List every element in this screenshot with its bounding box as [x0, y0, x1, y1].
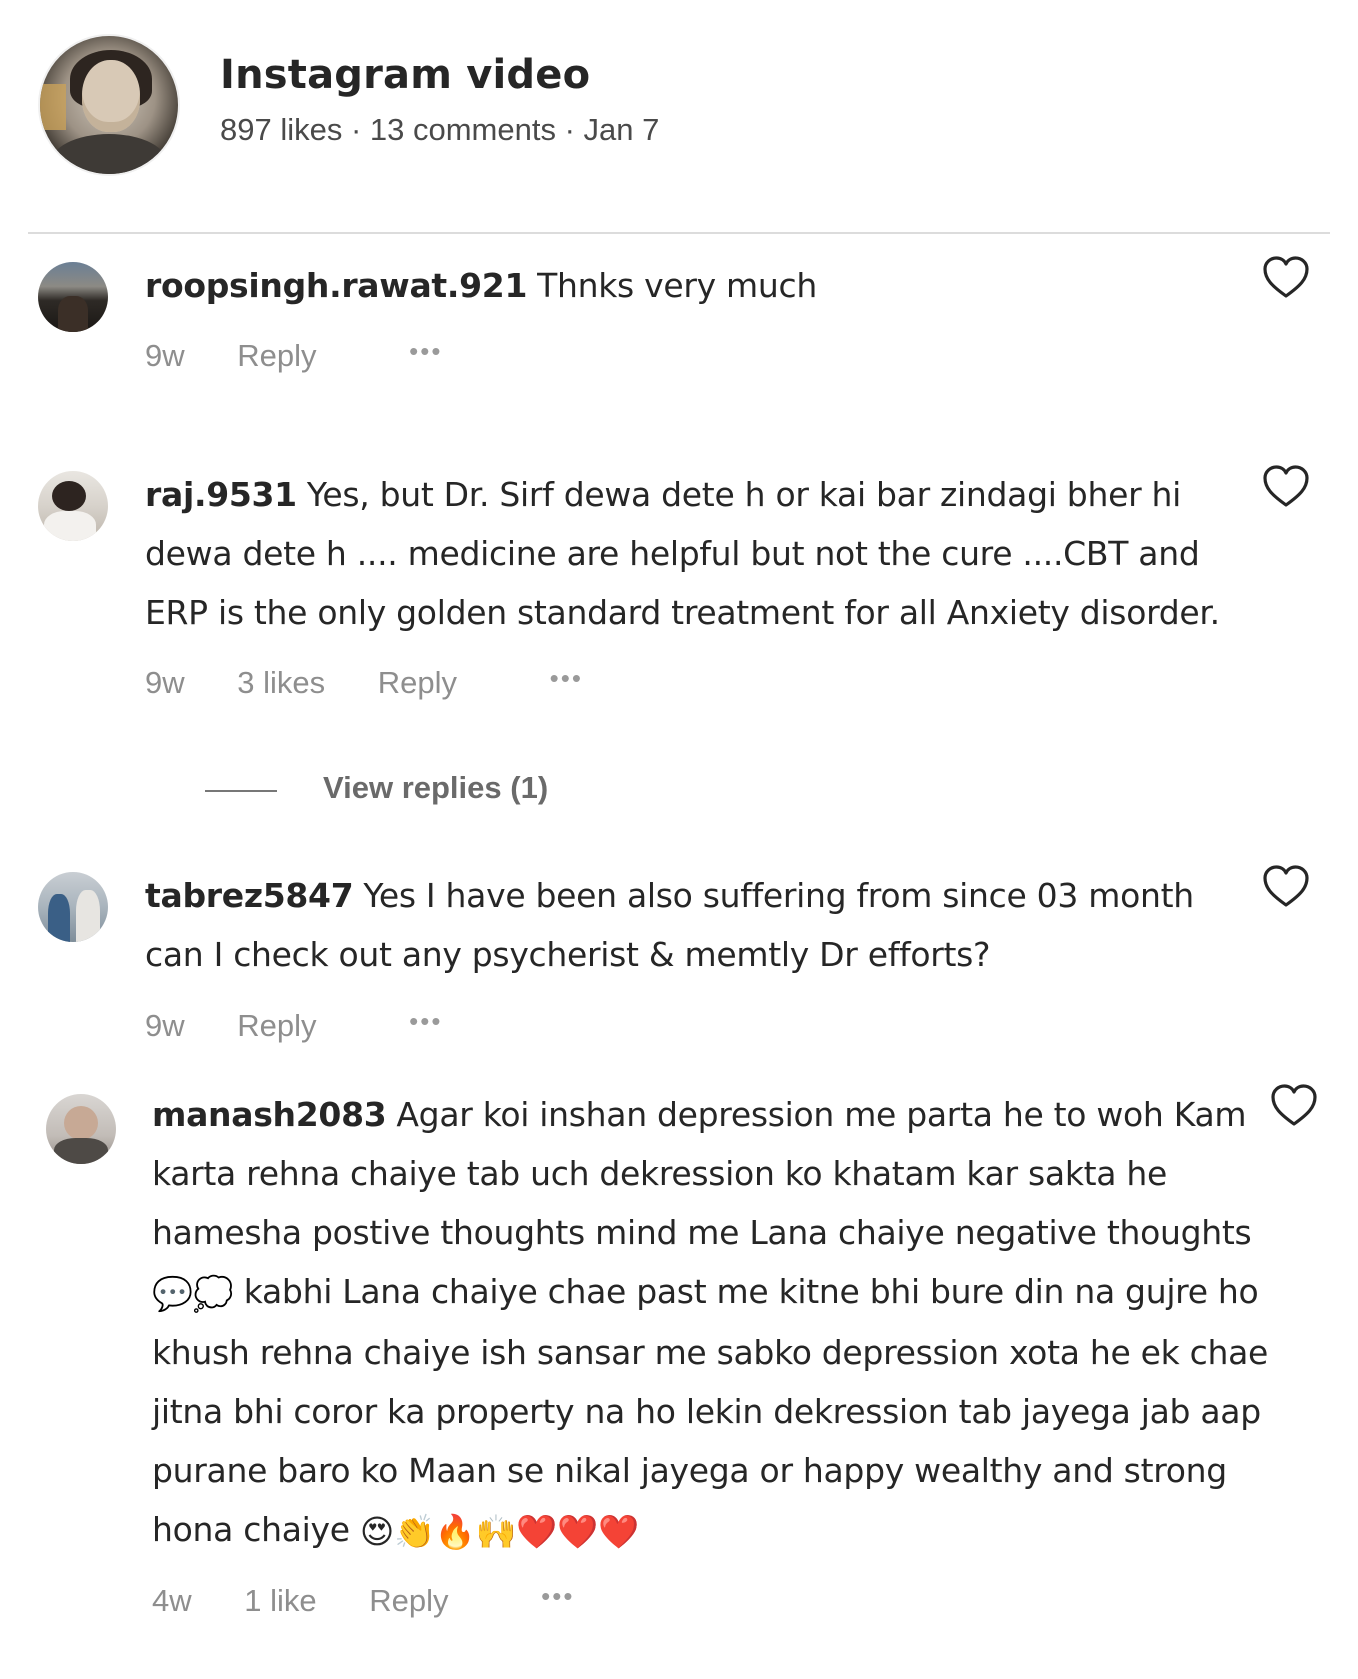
- avatar-figure: [58, 296, 88, 332]
- comment-text: Yes, but Dr. Sirf dewa dete h or kai bar…: [145, 475, 1220, 632]
- heart-outline-icon[interactable]: [1262, 255, 1310, 299]
- comment-body: roopsingh.rawat.921 Thnks very much: [145, 256, 1245, 315]
- reply-button[interactable]: Reply: [237, 1008, 316, 1044]
- reply-button[interactable]: Reply: [378, 665, 457, 701]
- comment-body: raj.9531 Yes, but Dr. Sirf dewa dete h or…: [145, 465, 1255, 642]
- commenter-avatar[interactable]: [46, 1094, 116, 1164]
- comment-body: tabrez5847 Yes I have been also suffering…: [145, 866, 1245, 984]
- comment-meta: 4w 1 like Reply •••: [152, 1581, 618, 1619]
- heart-outline-icon[interactable]: [1262, 464, 1310, 508]
- reply-button[interactable]: Reply: [369, 1583, 448, 1619]
- comment-meta: 9w Reply •••: [145, 336, 486, 374]
- comment-time[interactable]: 9w: [145, 665, 185, 701]
- comment-username[interactable]: raj.9531: [145, 475, 297, 514]
- commenter-avatar[interactable]: [38, 872, 108, 942]
- comment-body: manash2083 Agar koi inshan depression me …: [152, 1085, 1274, 1561]
- more-dots-icon[interactable]: •••: [550, 663, 583, 694]
- comment-likes[interactable]: 1 like: [244, 1583, 316, 1619]
- avatar-figure-body: [44, 511, 96, 541]
- post-avatar[interactable]: [38, 34, 180, 176]
- view-replies-line: [205, 790, 277, 792]
- avatar-figure-2: [76, 890, 100, 942]
- comment-text-continued: kabhi Lana chaiye chae past me kitne bhi…: [152, 1272, 1269, 1549]
- avatar-figure-body: [54, 1138, 108, 1164]
- avatar-decoration: [40, 84, 66, 130]
- comment-time[interactable]: 4w: [152, 1583, 192, 1619]
- comment-username[interactable]: roopsingh.rawat.921: [145, 266, 527, 305]
- more-dots-icon[interactable]: •••: [541, 1581, 574, 1612]
- commenter-avatar[interactable]: [38, 471, 108, 541]
- comment-likes[interactable]: 3 likes: [237, 665, 325, 701]
- post-title[interactable]: Instagram video: [220, 52, 590, 98]
- comment-meta: 9w 3 likes Reply •••: [145, 663, 627, 701]
- avatar-figure: [48, 894, 70, 942]
- avatar-face: [82, 60, 140, 132]
- post-meta: 897 likes · 13 comments · Jan 7: [220, 112, 660, 147]
- avatar-shoulders: [50, 134, 168, 174]
- comment-meta: 9w Reply •••: [145, 1006, 486, 1044]
- reaction-emojis: 😍👏🔥🙌❤️❤️❤️: [359, 1512, 639, 1551]
- more-dots-icon[interactable]: •••: [409, 1006, 442, 1037]
- comment-time[interactable]: 9w: [145, 1008, 185, 1044]
- comment-username[interactable]: manash2083: [152, 1095, 387, 1134]
- heart-outline-icon[interactable]: [1270, 1083, 1318, 1127]
- comment-time[interactable]: 9w: [145, 338, 185, 374]
- avatar-figure: [64, 1106, 98, 1140]
- reply-button[interactable]: Reply: [237, 338, 316, 374]
- more-dots-icon[interactable]: •••: [409, 336, 442, 367]
- comment-username[interactable]: tabrez5847: [145, 876, 354, 915]
- commenter-avatar[interactable]: [38, 262, 108, 332]
- heart-outline-icon[interactable]: [1262, 864, 1310, 908]
- view-replies-label[interactable]: View replies (1): [323, 770, 548, 806]
- speech-bubble-emoji: 💬💭: [152, 1274, 234, 1313]
- comment-text: Thnks very much: [537, 266, 817, 305]
- post-header: Instagram video 897 likes · 13 comments …: [0, 0, 1358, 234]
- avatar-figure: [52, 481, 86, 511]
- header-divider: [28, 232, 1330, 234]
